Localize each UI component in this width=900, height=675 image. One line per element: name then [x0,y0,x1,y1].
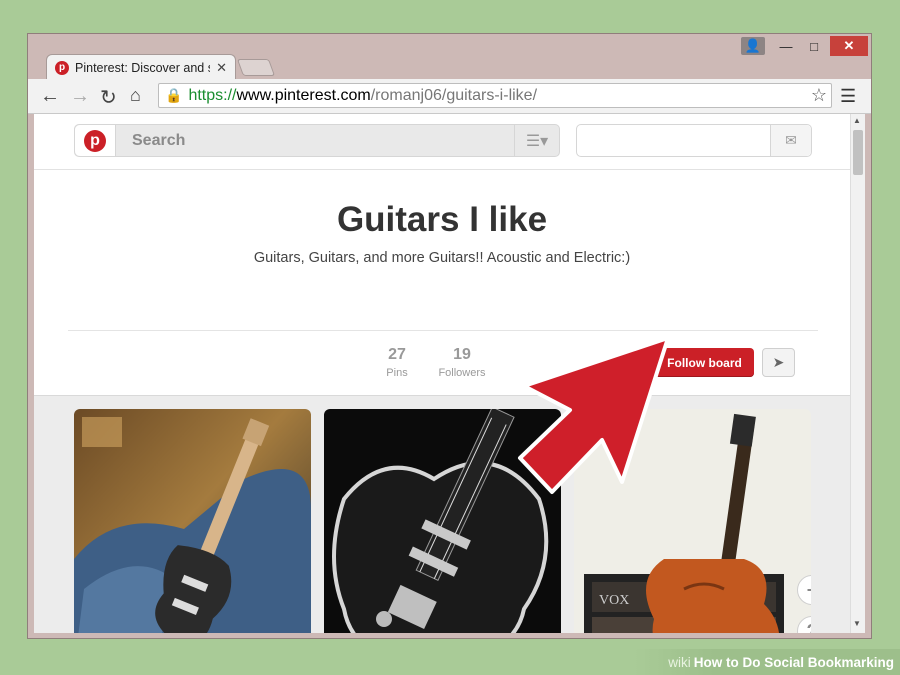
star-icon[interactable]: ☆ [811,85,827,106]
browser-window: 👤 — □ ✕ p Pinterest: Discover and sa ✕ ←… [27,33,872,639]
caption-banner: wiki How to Do Social Bookmarking [634,649,900,675]
send-icon[interactable]: ➤ [762,348,795,377]
caption-text: How to Do Social Bookmarking [693,654,894,670]
page-viewport: p Search ☰▾ ✉ Guitars I like Guitars, Gu… [34,114,865,633]
pin-image-1[interactable] [74,409,311,633]
home-icon[interactable]: ⌂ [130,85,141,106]
search-bar[interactable]: p Search ☰▾ [74,124,560,157]
scroll-up-icon[interactable]: ▲ [853,116,861,125]
board-title: Guitars I like [336,200,548,239]
browser-tab[interactable]: p Pinterest: Discover and sa ✕ [46,54,236,80]
pinterest-logo-icon[interactable]: p [75,125,116,156]
messages-icon[interactable]: ✉ [770,125,811,156]
minimize-button[interactable]: — [772,36,800,56]
maximize-button[interactable]: □ [800,36,828,56]
board-header: Guitars I like Guitars, Guitars, and mor… [34,170,850,396]
url-path: /romanj06/guitars-i-like/ [370,86,538,104]
scrollbar[interactable]: ▲ ▼ [850,114,865,633]
reload-icon[interactable]: ↻ [100,85,117,110]
svg-text:VOX: VOX [599,593,629,608]
divider [68,330,818,331]
menu-icon[interactable]: ☰▾ [514,125,559,156]
pins-stat[interactable]: 27 Pins [382,346,412,379]
followers-count: 19 [453,346,471,363]
search-input[interactable]: Search [116,132,514,150]
user-box[interactable]: ✉ [576,124,812,157]
new-tab-button[interactable] [236,59,276,76]
url-host: www.pinterest.com [236,86,371,104]
url-scheme: https:// [188,86,237,104]
lock-icon: 🔒 [165,87,183,103]
followers-stat[interactable]: 19 Followers [434,346,490,379]
browser-toolbar: ← → ↻ ⌂ 🔒 https://www.pinterest.com/roma… [28,79,871,114]
forward-icon[interactable]: → [70,85,90,108]
profile-icon[interactable]: 👤 [741,37,765,55]
pinterest-favicon-icon: p [55,60,69,75]
pins-label: Pins [386,367,408,379]
pins-count: 27 [388,346,406,363]
caption-wiki: wiki [668,654,691,670]
back-icon[interactable]: ← [40,85,60,108]
address-bar[interactable]: 🔒 https://www.pinterest.com/romanj06/gui… [158,83,832,108]
close-window-button[interactable]: ✕ [830,36,868,56]
red-arrow-icon [518,336,670,494]
close-tab-icon[interactable]: ✕ [216,60,227,76]
board-description: Guitars, Guitars, and more Guitars!! Aco… [253,250,631,266]
tab-title: Pinterest: Discover and sa [75,60,211,75]
followers-label: Followers [438,367,486,379]
browser-menu-icon[interactable]: ☰ [840,86,856,107]
scroll-thumb[interactable] [853,130,863,175]
scroll-down-icon[interactable]: ▼ [853,619,861,628]
pinterest-header: p Search ☰▾ ✉ [34,114,850,170]
